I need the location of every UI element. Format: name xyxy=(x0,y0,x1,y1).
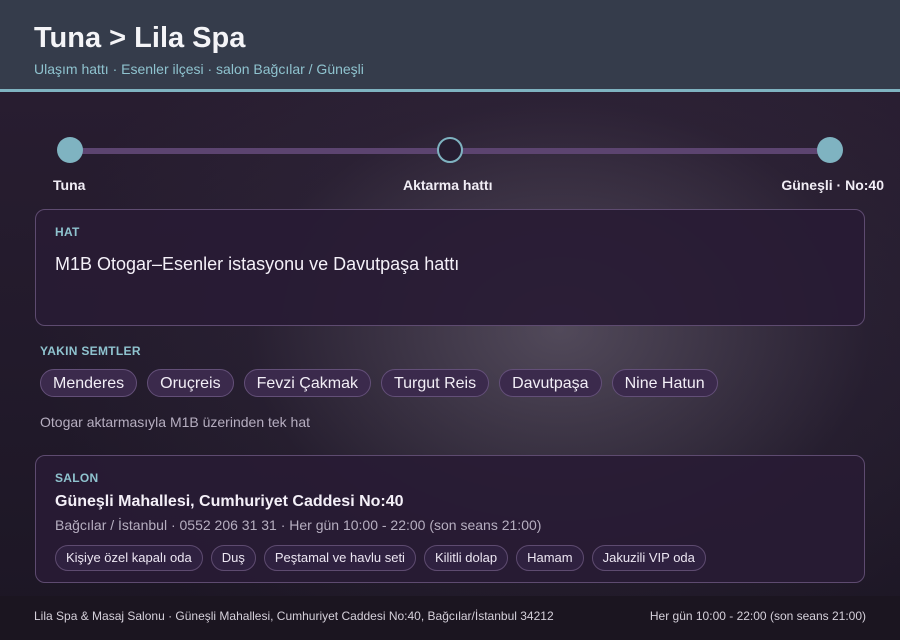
nearby-chip[interactable]: Davutpaşa xyxy=(499,369,602,397)
nearby-label: YAKIN SEMTLER xyxy=(40,344,141,358)
nearby-chip[interactable]: Oruçreis xyxy=(147,369,234,397)
amenity-tag: Peştamal ve havlu seti xyxy=(263,545,416,571)
nearby-chip[interactable]: Menderes xyxy=(40,369,138,397)
salon-card-label: SALON xyxy=(55,471,99,485)
salon-info: Bağcılar / İstanbul · 0552 206 31 31 · H… xyxy=(55,517,542,533)
page-title: Tuna > Lila Spa xyxy=(34,22,246,54)
nearby-chip[interactable]: Nine Hatun xyxy=(611,369,718,397)
amenity-tag: Kişiye özel kapalı oda xyxy=(55,545,203,571)
stop-label-transfer: Aktarma hattı xyxy=(403,177,493,193)
stop-node-transfer[interactable] xyxy=(437,137,463,163)
salon-address: Güneşli Mahallesi, Cumhuriyet Caddesi No… xyxy=(55,493,404,510)
line-card: HAT M1B Otogar–Esenler istasyonu ve Davu… xyxy=(35,209,865,326)
stop-node-end[interactable] xyxy=(817,137,843,163)
amenity-tag: Hamam xyxy=(516,545,584,571)
line-value: M1B Otogar–Esenler istasyonu ve Davutpaş… xyxy=(55,254,460,274)
nearby-chip[interactable]: Fevzi Çakmak xyxy=(243,369,371,397)
page-header: Tuna > Lila Spa Ulaşım hattı · Esenler i… xyxy=(0,0,900,92)
stop-label-start: Tuna xyxy=(53,177,86,193)
page-subtitle: Ulaşım hattı · Esenler ilçesi · salon Ba… xyxy=(34,61,364,77)
stop-node-start[interactable] xyxy=(57,137,83,163)
amenity-tag: Jakuzili VIP oda xyxy=(591,545,706,571)
salon-card: SALON Güneşli Mahallesi, Cumhuriyet Cadd… xyxy=(35,455,865,583)
amenity-tag: Duş xyxy=(210,545,256,571)
amenity-list: Kişiye özel kapalı oda Duş Peştamal ve h… xyxy=(55,545,706,571)
nearby-chip[interactable]: Turgut Reis xyxy=(380,369,490,397)
amenity-tag: Kilitli dolap xyxy=(423,545,509,571)
route-note: Otogar aktarmasıyla M1B üzerinden tek ha… xyxy=(40,414,311,430)
line-card-label: HAT xyxy=(55,225,80,239)
footer-hours: Her gün 10:00 - 22:00 (son seans 21:00) xyxy=(649,609,866,623)
nearby-chip-list: Menderes Oruçreis Fevzi Çakmak Turgut Re… xyxy=(40,369,718,397)
stop-label-end: Güneşli · No:40 xyxy=(781,177,884,193)
route-timeline: Tuna Aktarma hattı Güneşli · No:40 xyxy=(0,92,900,202)
footer-address: Lila Spa & Masaj Salonu · Güneşli Mahall… xyxy=(34,609,554,623)
page-footer: Lila Spa & Masaj Salonu · Güneşli Mahall… xyxy=(0,596,900,640)
